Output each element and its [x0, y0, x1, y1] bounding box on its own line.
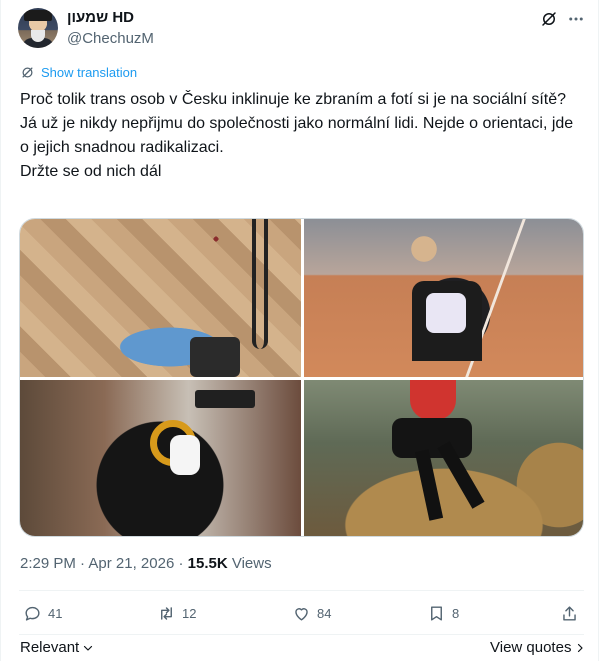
tweet-line: Proč tolik trans osob v Česku inklinuje … — [20, 91, 567, 108]
bookmark-count: 8 — [452, 606, 460, 621]
tweet-text: Proč tolik trans osob v Česku inklinuje … — [20, 88, 580, 184]
media-photo-4[interactable] — [304, 380, 583, 536]
repost-icon — [161, 607, 172, 620]
share-icon — [563, 606, 576, 621]
views-count: 15.5K — [187, 555, 228, 572]
meta-separator: · — [178, 555, 184, 572]
bookmark-icon — [431, 606, 442, 621]
grok-icon[interactable] — [540, 10, 558, 28]
tweet-meta: 2:29 PM · Apr 21, 2026 · 15.5K Views — [20, 555, 272, 572]
media-photo-3[interactable] — [20, 380, 301, 536]
chevron-right-icon — [578, 643, 584, 652]
show-translation-link[interactable]: Show translation — [20, 65, 137, 80]
tweet-line: Držte se od nich dál — [20, 163, 162, 180]
views-label: Views — [231, 555, 272, 572]
like-button[interactable]: 84 — [292, 604, 331, 623]
sort-label: Relevant — [20, 639, 80, 656]
more-icon[interactable] — [567, 10, 585, 28]
media-grid — [19, 218, 584, 537]
author-display-name[interactable]: שמעון HD — [67, 9, 134, 26]
view-quotes-label: View quotes — [490, 639, 572, 656]
media-photo-1[interactable] — [20, 219, 301, 377]
tweet-date[interactable]: Apr 21, 2026 — [88, 555, 174, 572]
divider — [19, 590, 584, 591]
tweet-line: Já už je nikdy nepřijmu do společnosti j… — [20, 115, 574, 156]
show-translation-label: Show translation — [41, 65, 138, 80]
repost-count: 12 — [182, 606, 197, 621]
reply-button[interactable]: 41 — [23, 604, 62, 623]
reply-count: 41 — [48, 606, 63, 621]
like-count: 84 — [317, 606, 332, 621]
author-handle[interactable]: @ChechuzM — [67, 30, 154, 47]
action-bar: 41 12 84 8 — [19, 604, 584, 628]
heart-icon — [295, 608, 308, 621]
bookmark-button[interactable]: 8 — [427, 604, 459, 623]
sort-replies-dropdown[interactable]: Relevant — [20, 639, 94, 656]
meta-separator: · — [80, 555, 86, 572]
chevron-down-icon — [84, 645, 93, 651]
share-button[interactable] — [560, 604, 579, 623]
avatar[interactable] — [18, 8, 58, 48]
divider — [19, 634, 584, 635]
tweet-detail: שמעון HD @ChechuzM Show translation Proč… — [0, 0, 599, 661]
tweet-time[interactable]: 2:29 PM — [20, 555, 76, 572]
translate-icon — [22, 67, 33, 78]
view-quotes-link[interactable]: View quotes — [490, 639, 586, 656]
media-photo-2[interactable] — [304, 219, 583, 377]
repost-button[interactable]: 12 — [157, 604, 196, 623]
reply-icon — [25, 606, 40, 621]
